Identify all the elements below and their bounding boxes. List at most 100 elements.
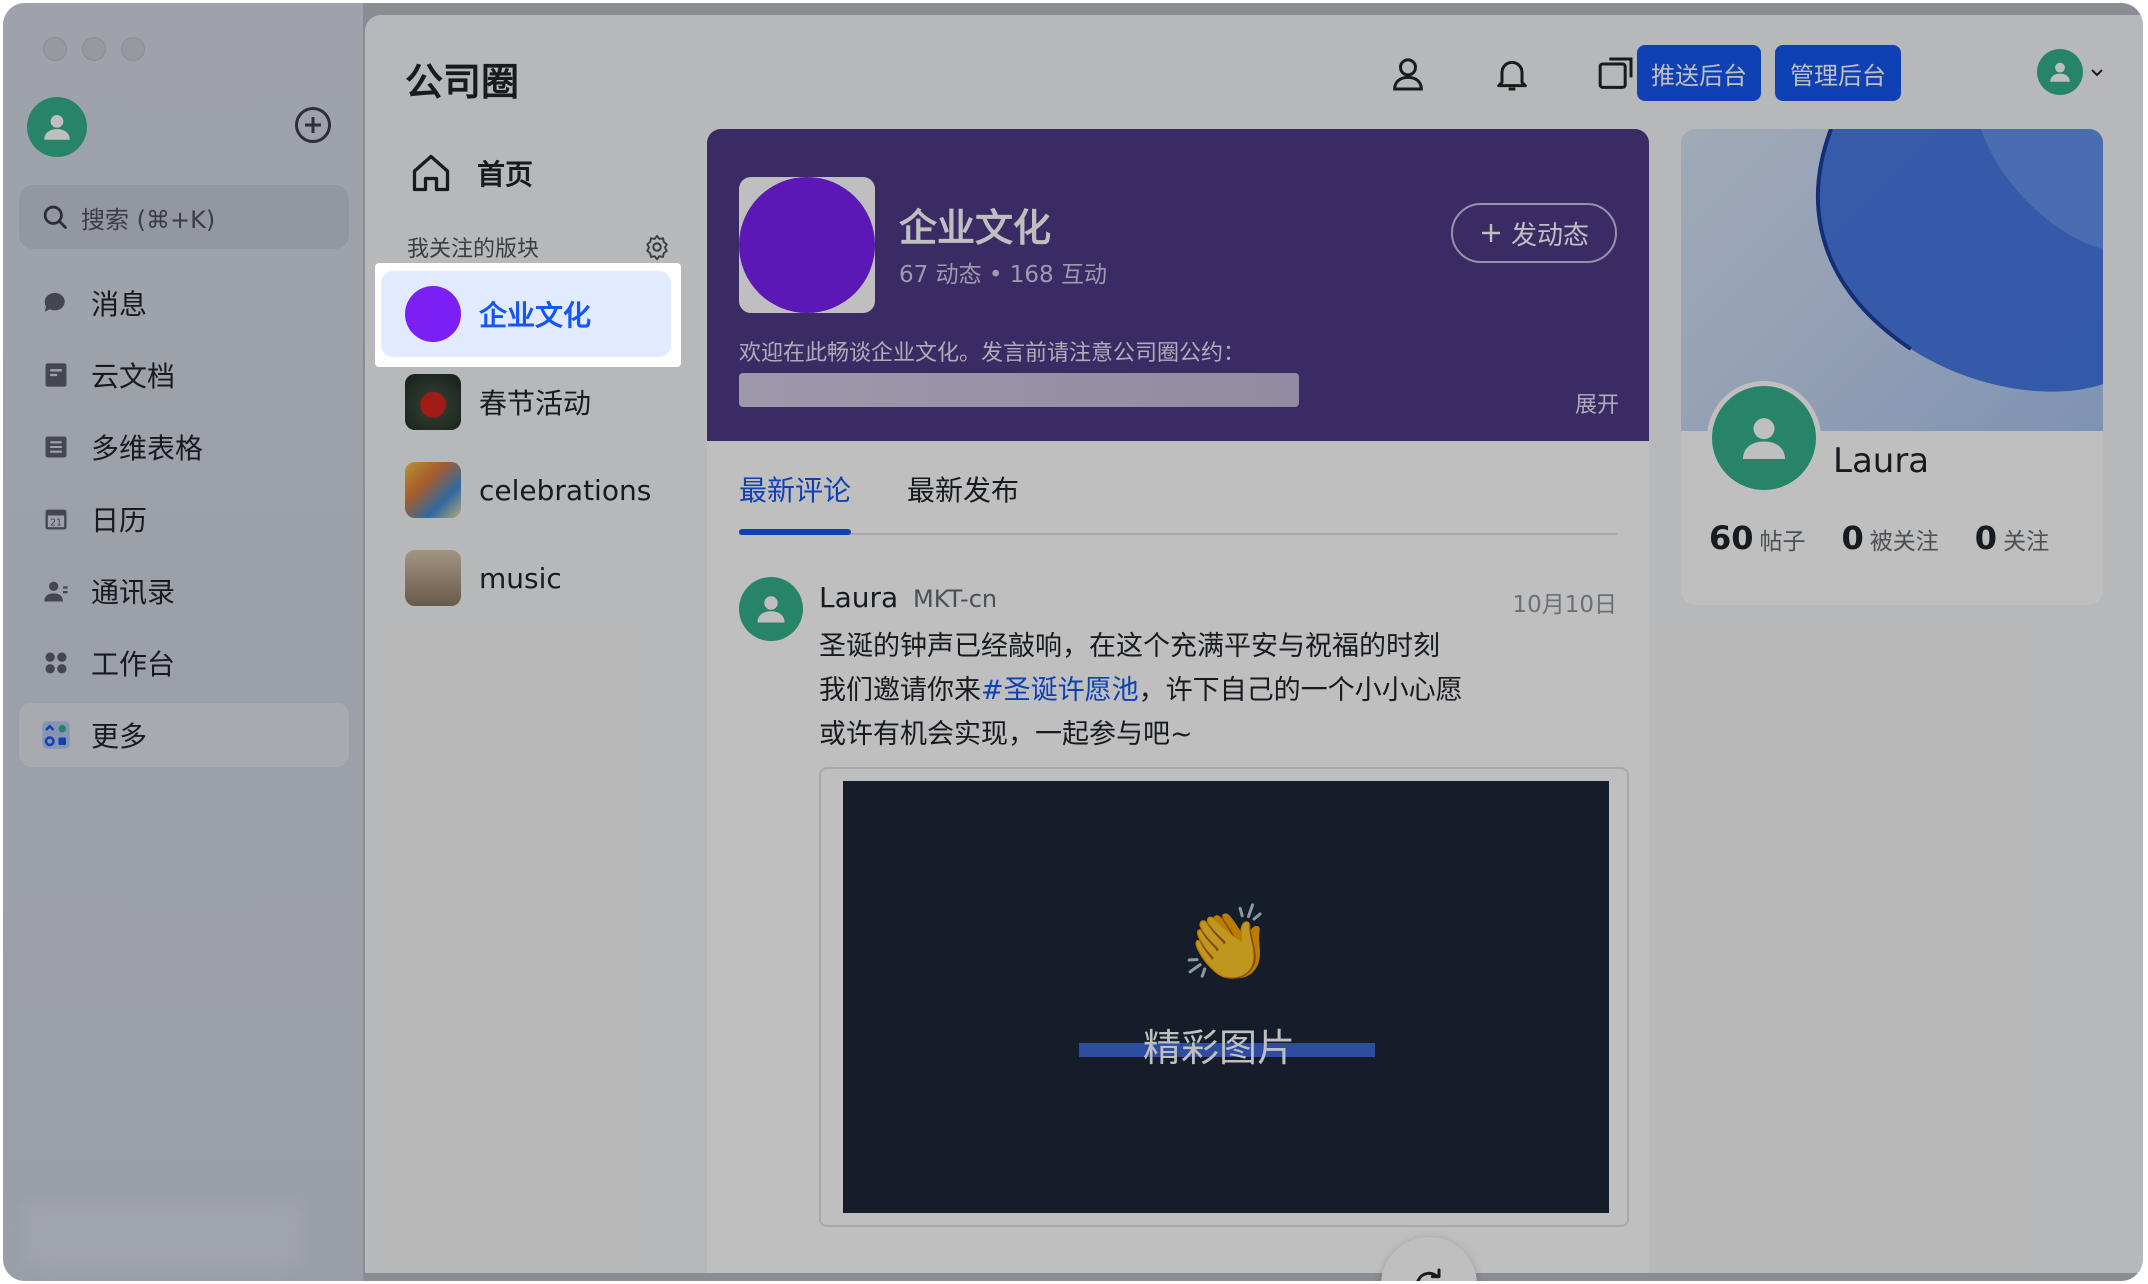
post-body: 圣诞的钟声已经敲响，在这个充满平安与祝福的时刻 我们邀请你来#圣诞许愿池，许下自…: [819, 625, 1463, 757]
add-icon[interactable]: [295, 107, 331, 143]
board-logo: [739, 177, 875, 313]
search-icon: [43, 205, 67, 229]
board-name: 企业文化: [899, 206, 1052, 250]
person-icon: [1743, 418, 1785, 459]
post-department: MKT-cn: [913, 585, 998, 613]
feed: 最新评论 最新发布 Laura MKT-cn 10月10日 圣诞的钟声已经敲响，…: [707, 441, 1649, 1281]
board-stats: 67 动态 • 168 互动: [899, 262, 1107, 288]
plus-icon: [1481, 224, 1500, 242]
profile-name: Laura: [1833, 441, 1930, 481]
sidebar-item-label: 云文档: [91, 360, 176, 393]
followed-boards-header: 我关注的版块: [407, 231, 671, 263]
refresh-button[interactable]: [1381, 1237, 1477, 1281]
stat-following[interactable]: 0 关注: [1975, 519, 2049, 557]
search-input[interactable]: 搜索 (⌘+K): [19, 185, 349, 249]
profile-card: Laura 60 帖子 0 被关注 0 关注: [1681, 129, 2103, 605]
board-thumb: [405, 374, 461, 430]
manage-admin-button[interactable]: 管理后台: [1775, 45, 1901, 101]
calendar-icon: 21: [41, 504, 71, 534]
minimize-window-button[interactable]: [82, 37, 106, 61]
sidebar-item-messages[interactable]: 消息: [19, 271, 349, 335]
sidebar-item-calendar[interactable]: 21 日历: [19, 487, 349, 551]
board-label: music: [479, 561, 562, 595]
media-preview: 👏 精彩图片: [843, 781, 1609, 1213]
profile-icon[interactable]: [1385, 51, 1431, 97]
more-apps-icon: [41, 720, 71, 750]
stat-label: 帖子: [1759, 529, 1806, 555]
sidebar-item-label: 日历: [91, 504, 148, 537]
gear-icon[interactable]: [643, 233, 671, 261]
sidebar-item-label: 工作台: [91, 648, 176, 681]
post-line: 或许有机会实现，一起参与吧~: [819, 719, 1193, 750]
board-item-celebrations[interactable]: celebrations: [381, 447, 671, 533]
stat-value: 60: [1709, 519, 1754, 557]
main-panel: 公司圈 推送后台 管理后台 首页 我关注的版块 企业文化 春节活动 celebr…: [365, 15, 2143, 1281]
docs-icon: [41, 360, 71, 390]
home-link[interactable]: 首页: [409, 151, 533, 195]
avatar[interactable]: [27, 97, 87, 157]
avatar[interactable]: [1707, 381, 1821, 495]
board-label: celebrations: [479, 473, 652, 507]
nav-list: 消息 云文档 多维表格 21 日历 通讯录 工作台 更多: [19, 271, 349, 775]
hashtag-link[interactable]: #圣诞许愿池: [981, 675, 1139, 706]
blurred-footer: [23, 1203, 303, 1267]
sidebar-item-label: 通讯录: [91, 576, 176, 609]
sidebar-item-workplace[interactable]: 工作台: [19, 631, 349, 695]
user-menu[interactable]: [2037, 49, 2105, 95]
sidebar-item-label: 多维表格: [91, 432, 204, 465]
app-window: 搜索 (⌘+K) 消息 云文档 多维表格 21 日历 通讯录 工作台 更多 公司…: [3, 3, 2143, 1281]
sidebar-item-base[interactable]: 多维表格: [19, 415, 349, 479]
post-text: 我们邀请你来: [819, 675, 981, 706]
chat-icon: [41, 288, 71, 318]
board-item-spring-festival[interactable]: 春节活动: [381, 359, 671, 445]
new-post-label: 发动态: [1510, 220, 1589, 251]
workplace-icon: [41, 648, 71, 678]
board-thumb: [405, 550, 461, 606]
stat-posts[interactable]: 60 帖子: [1709, 519, 1806, 557]
sidebar-item-docs[interactable]: 云文档: [19, 343, 349, 407]
search-placeholder: 搜索 (⌘+K): [81, 205, 216, 234]
tab-latest-comments[interactable]: 最新评论: [739, 469, 851, 509]
base-icon: [41, 432, 71, 462]
sidebar-item-contacts[interactable]: 通讯录: [19, 559, 349, 623]
close-window-button[interactable]: [43, 37, 67, 61]
expand-link[interactable]: 展开: [1575, 387, 1619, 419]
stat-label: 被关注: [1869, 529, 1939, 555]
tab-indicator: [739, 529, 851, 535]
tab-latest-posts[interactable]: 最新发布: [907, 469, 1019, 509]
home-label: 首页: [477, 158, 534, 191]
sidebar-item-more[interactable]: 更多: [19, 703, 349, 767]
clap-icon: 👏: [1181, 901, 1274, 987]
avatar[interactable]: [739, 577, 803, 641]
page-title: 公司圈: [405, 60, 520, 104]
stat-label: 关注: [2003, 529, 2050, 555]
stat-value: 0: [1974, 519, 1998, 557]
post-line: 我们邀请你来#圣诞许愿池，许下自己的一个小小心愿: [819, 669, 1463, 713]
sidebar-item-label: 更多: [91, 720, 148, 753]
profile-stats: 60 帖子 0 被关注 0 关注: [1709, 519, 2049, 557]
avatar: [2037, 49, 2083, 95]
chevron-down-icon: [2091, 69, 2103, 77]
blurred-rules-text: [739, 373, 1299, 407]
board-thumb: [405, 462, 461, 518]
post-date: 10月10日: [1512, 592, 1617, 618]
header-icons: [1385, 51, 1639, 97]
board-thumb: [405, 286, 461, 342]
stat-value: 0: [1841, 519, 1864, 557]
feed-tabs: 最新评论 最新发布: [739, 469, 1617, 535]
post-author[interactable]: Laura: [819, 581, 898, 614]
board-description: 欢迎在此畅谈企业文化。发言前请注意公司圈公约：: [739, 341, 1246, 366]
bell-icon[interactable]: [1489, 51, 1535, 97]
stat-followers[interactable]: 0 被关注: [1842, 519, 1939, 557]
maximize-window-button[interactable]: [121, 37, 145, 61]
sidebar-item-label: 消息: [91, 288, 148, 321]
board-item-music[interactable]: music: [381, 535, 671, 621]
board-item-culture[interactable]: 企业文化: [381, 271, 671, 357]
new-post-button[interactable]: 发动态: [1451, 203, 1617, 263]
media-title: 精彩图片: [1143, 1026, 1296, 1070]
push-admin-button[interactable]: 推送后台: [1637, 45, 1761, 101]
window-switch-icon[interactable]: [1593, 51, 1639, 97]
person-icon: [2050, 62, 2070, 82]
post-media[interactable]: 👏 精彩图片: [819, 767, 1629, 1227]
post-text: ，许下自己的一个小小心愿: [1138, 675, 1463, 706]
